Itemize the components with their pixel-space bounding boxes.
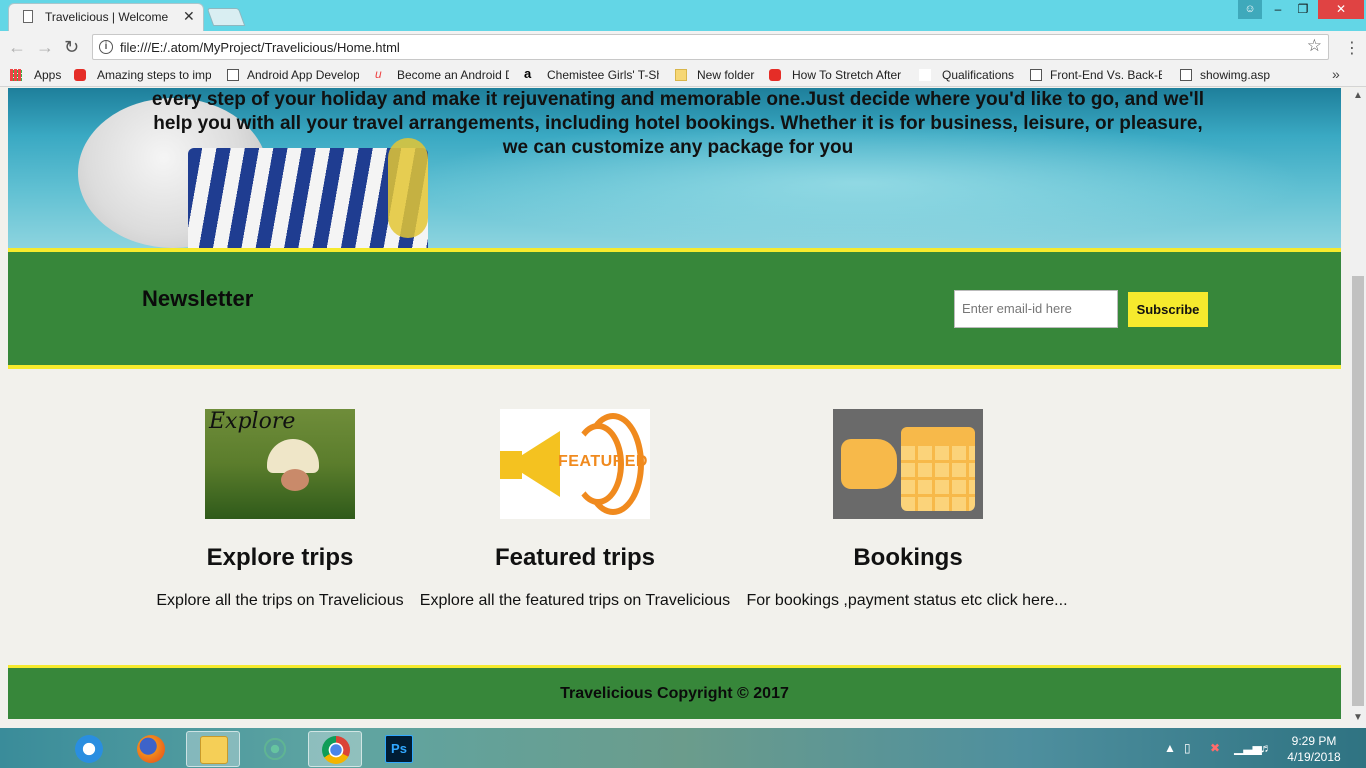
signal-icon[interactable]: ▁▃▅ <box>1234 741 1262 755</box>
tab-title: Travelicious | Welcome <box>45 10 169 24</box>
hero-description: every step of your holiday and make it r… <box>151 89 1205 158</box>
photoshop-icon: Ps <box>385 735 413 763</box>
info-icon[interactable]: i <box>99 40 113 54</box>
page-icon <box>23 10 33 23</box>
firefox-icon <box>137 735 165 763</box>
internet-explorer-button[interactable] <box>62 731 116 767</box>
atom-icon <box>261 735 289 763</box>
bookings-title[interactable]: Bookings <box>808 544 1008 572</box>
pith-helmet-shape <box>267 439 319 473</box>
bookmark-item[interactable]: Qualifications <box>942 68 1018 82</box>
show-hidden-icons-icon[interactable]: ▲ <box>1164 741 1176 755</box>
explore-trips-title[interactable]: Explore trips <box>180 544 380 572</box>
bookmark-item[interactable]: Android App Develop <box>247 68 359 82</box>
reload-icon[interactable]: ↻ <box>64 37 79 58</box>
back-icon[interactable]: ← <box>8 37 26 58</box>
device-icon[interactable]: ▯ <box>1184 741 1191 755</box>
windows-taskbar: Ps ▲ ▯ ✖ ▁▃▅ ♬ 9:29 PM 4/19/2018 <box>0 728 1366 768</box>
minimize-button[interactable]: – <box>1266 0 1290 19</box>
explore-image-label: Explore <box>209 409 296 434</box>
firefox-button[interactable] <box>124 731 178 767</box>
bookmark-folder[interactable]: New folder <box>697 68 759 82</box>
chrome-button[interactable] <box>308 731 362 767</box>
featured-trips-description: Explore all the featured trips on Travel… <box>419 592 731 609</box>
footer: Travelicious Copyright © 2017 <box>8 665 1341 719</box>
udacity-icon: u <box>375 67 382 81</box>
pointing-hand-icon <box>841 439 897 489</box>
amazon-icon: a <box>524 66 532 81</box>
clock-date: 4/19/2018 <box>1287 750 1341 764</box>
hero-banner: every step of your holiday and make it r… <box>8 88 1341 248</box>
binocular-face-shape <box>281 469 309 491</box>
scroll-down-icon[interactable]: ▼ <box>1353 712 1363 723</box>
bookmark-item[interactable]: Chemistee Girls' T-Sh <box>547 68 659 82</box>
system-clock[interactable]: 9:29 PM 4/19/2018 <box>1282 733 1346 765</box>
photoshop-button[interactable]: Ps <box>372 731 426 767</box>
youtube-icon <box>769 69 781 81</box>
bookmark-item[interactable]: Front-End Vs. Back-E <box>1050 68 1162 82</box>
folder-icon <box>675 69 687 81</box>
featured-image-label: FEATURED <box>558 453 648 470</box>
more-bookmarks-icon[interactable]: » <box>1332 66 1340 82</box>
atom-button[interactable] <box>248 731 302 767</box>
bookmark-item[interactable]: Amazing steps to imp <box>97 68 211 82</box>
page-icon <box>1030 69 1042 81</box>
calendar-icon <box>901 427 975 511</box>
browser-toolbar: ← → ↻ i file:///E:/.atom/MyProject/Trave… <box>0 31 1366 63</box>
forward-icon[interactable]: → <box>36 37 54 58</box>
clock-time: 9:29 PM <box>1291 734 1337 748</box>
new-tab-button[interactable] <box>206 8 246 26</box>
bookings-image[interactable] <box>833 409 983 519</box>
tab-strip: Travelicious | Welcome ✕ ☺ – ❐ ✕ <box>0 0 1366 31</box>
bookmark-star-icon[interactable]: ☆ <box>1307 36 1322 56</box>
bookings-description[interactable]: For bookings ,payment status etc click h… <box>742 592 1072 610</box>
page-scrollbar[interactable]: ▲ ▼ <box>1350 88 1366 728</box>
maximize-button[interactable]: ❐ <box>1290 0 1316 19</box>
close-window-button[interactable]: ✕ <box>1318 0 1364 19</box>
bookmark-apps[interactable]: Apps <box>34 68 74 82</box>
page-icon <box>1180 69 1192 81</box>
featured-trips-image[interactable]: FEATURED <box>500 409 650 519</box>
bookmark-item[interactable]: showimg.asp <box>1200 68 1280 82</box>
youtube-icon <box>74 69 86 81</box>
bookmark-item[interactable]: Become an Android D <box>397 68 509 82</box>
bookmark-item[interactable]: How To Stretch After <box>792 68 904 82</box>
copyright-text: Travelicious Copyright © 2017 <box>560 685 789 702</box>
internet-explorer-icon <box>75 735 103 763</box>
page-icon <box>227 69 239 81</box>
apps-grid-icon <box>10 69 22 81</box>
file-explorer-icon <box>200 736 228 764</box>
volume-icon[interactable]: ♬ <box>1260 741 1272 755</box>
explore-trips-image[interactable]: Explore <box>205 409 355 519</box>
featured-trips-title[interactable]: Featured trips <box>460 544 690 572</box>
bookmarks-bar: Apps Amazing steps to imp Android App De… <box>0 63 1366 87</box>
page-viewport: every step of your holiday and make it r… <box>0 88 1350 728</box>
chrome-icon <box>322 736 350 764</box>
scroll-up-icon[interactable]: ▲ <box>1353 90 1363 101</box>
user-profile-icon[interactable]: ☺ <box>1238 0 1262 19</box>
file-explorer-button[interactable] <box>186 731 240 767</box>
close-tab-icon[interactable]: ✕ <box>183 8 195 25</box>
scrollbar-thumb[interactable] <box>1352 276 1364 706</box>
megaphone-cone-shape <box>508 431 560 497</box>
address-bar[interactable]: i file:///E:/.atom/MyProject/Traveliciou… <box>92 34 1329 60</box>
explore-trips-description: Explore all the trips on Travelicious <box>156 592 404 609</box>
newsletter-section: Newsletter Enter email-id here Subscribe <box>8 248 1341 369</box>
subscribe-button[interactable]: Subscribe <box>1128 292 1208 327</box>
email-field[interactable]: Enter email-id here <box>954 290 1118 328</box>
network-warning-icon[interactable]: ✖ <box>1210 741 1220 755</box>
browser-menu-icon[interactable]: ⋮ <box>1344 38 1360 58</box>
url-text[interactable]: file:///E:/.atom/MyProject/Travelicious/… <box>120 40 400 55</box>
browser-tab[interactable]: Travelicious | Welcome ✕ <box>8 3 204 31</box>
blank-icon <box>919 69 931 81</box>
newsletter-title: Newsletter <box>142 286 254 311</box>
